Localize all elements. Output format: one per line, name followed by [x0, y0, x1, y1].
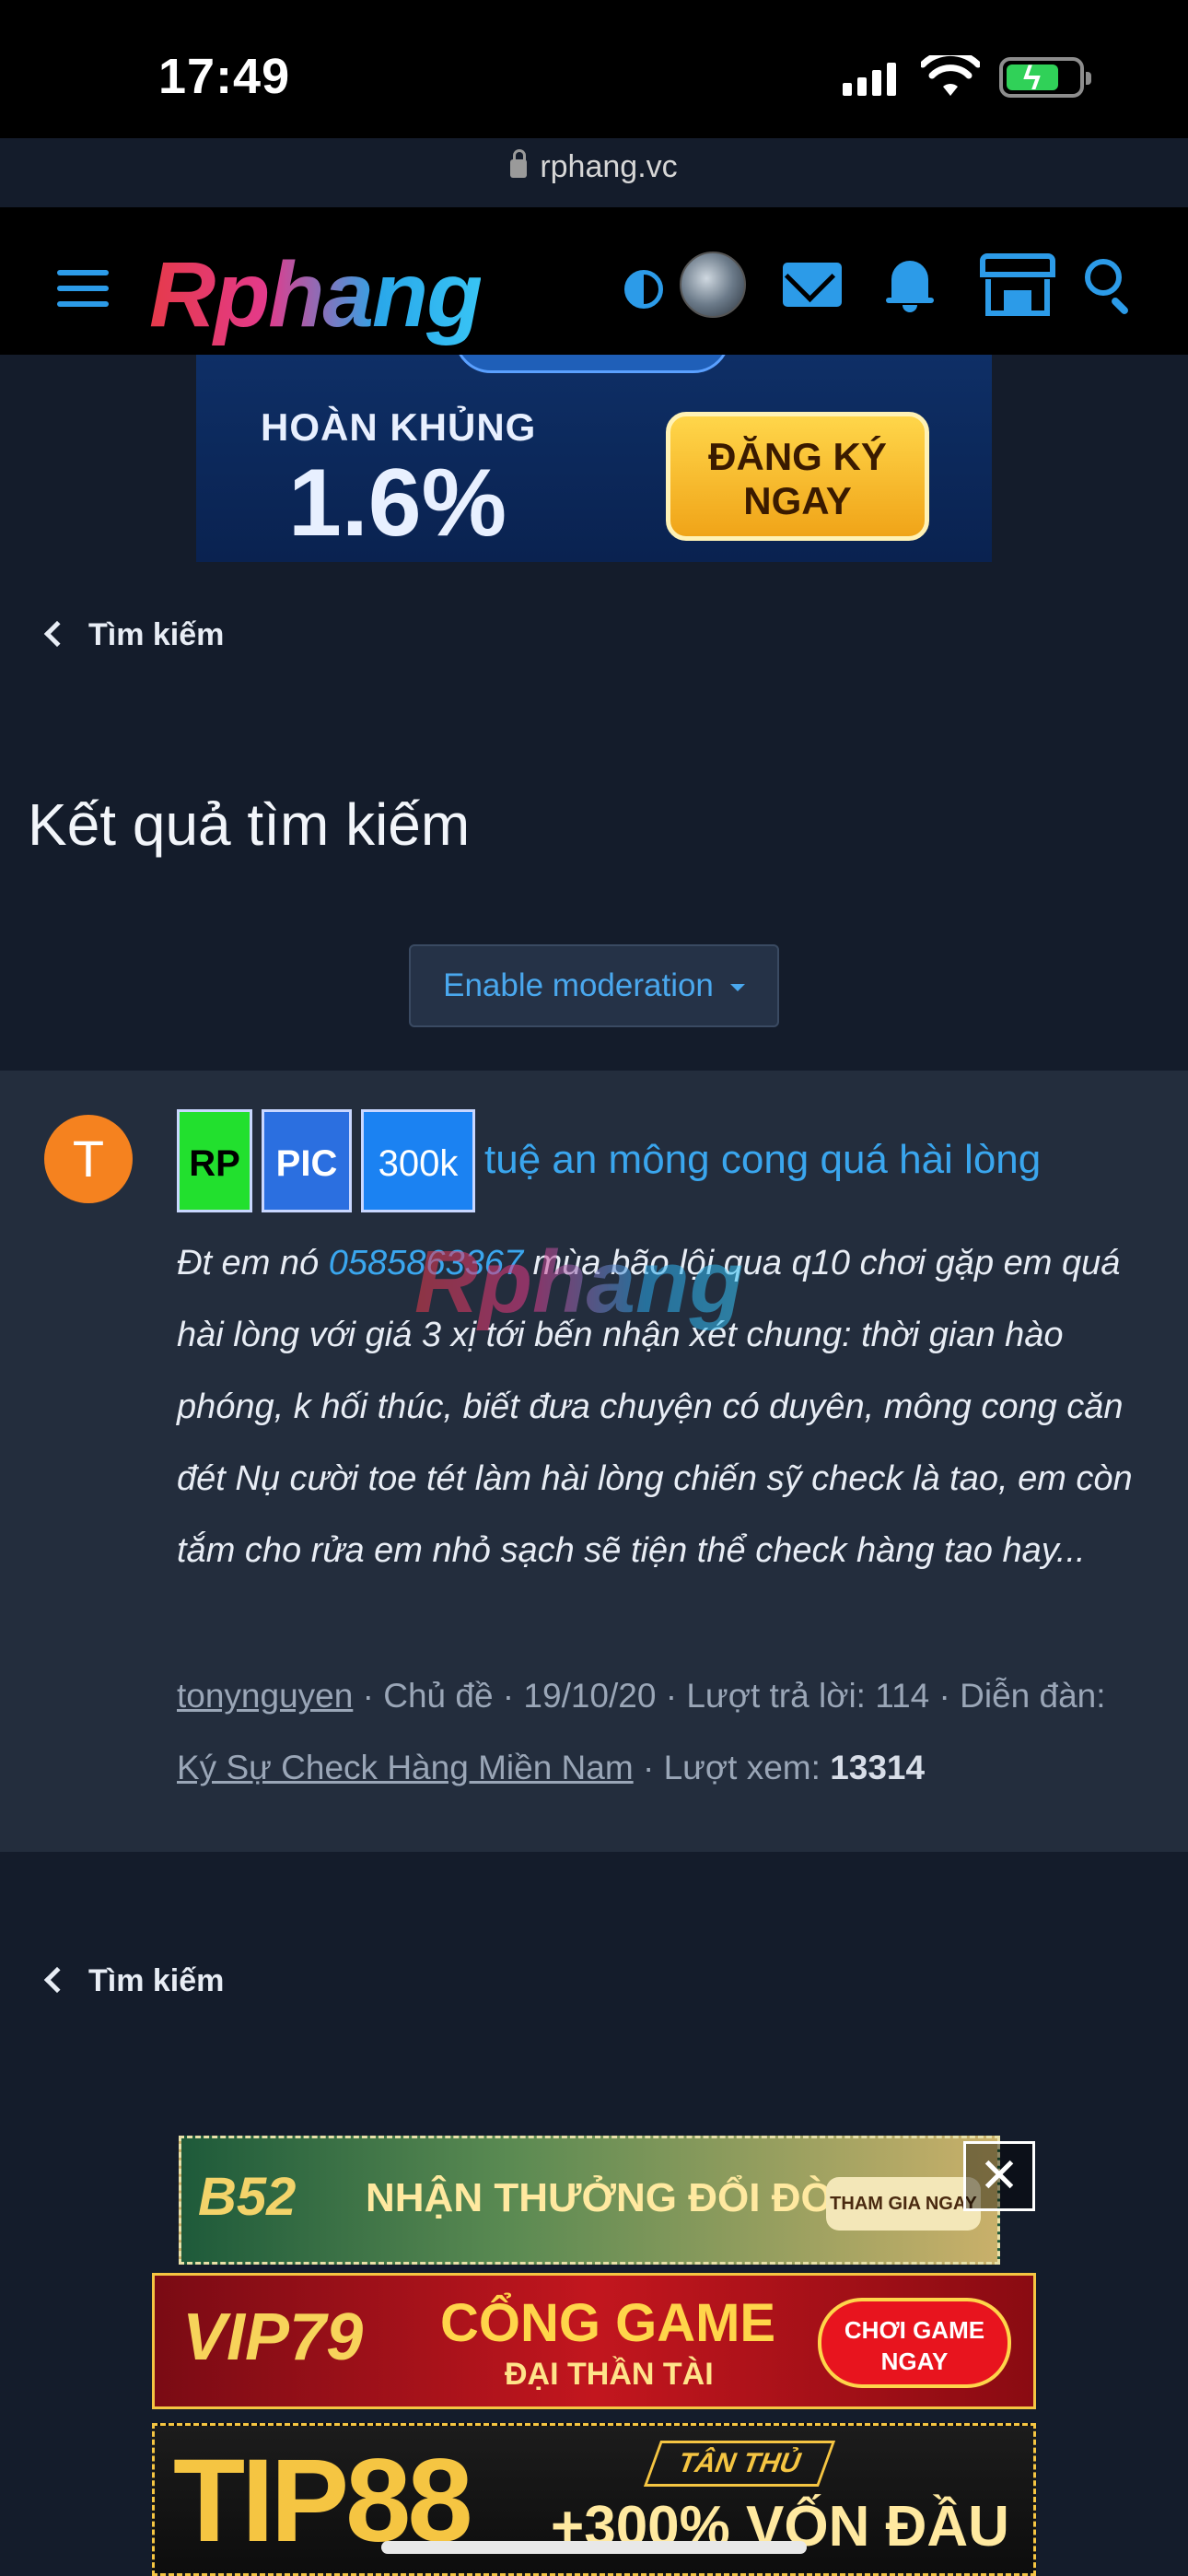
status-bar: 17:49 ϟ rphang.vc [0, 0, 1188, 184]
banner-headline: HOÀN KHỦNG [261, 405, 537, 449]
ad-b52-banner[interactable]: B52 NHẬN THƯỞNG ĐỔI ĐỜI THAM GIA NGAY [179, 2136, 1000, 2265]
result-title-link[interactable]: tuệ an mông cong quá hài lòng [484, 1137, 1041, 1183]
moderation-label: Enable moderation [443, 967, 714, 1003]
banner-register-button[interactable]: ĐĂNG KÝ NGAY [666, 412, 929, 541]
cellular-signal-icon [843, 63, 902, 96]
replies-count: 114 [875, 1677, 930, 1715]
ad-vip79-play-button[interactable]: CHƠI GAME NGAY [818, 2298, 1011, 2388]
tag-price[interactable]: 300k [361, 1109, 475, 1212]
mail-icon[interactable] [783, 263, 842, 307]
site-logo[interactable]: Rphang [149, 242, 483, 348]
url-text: rphang.vc [540, 149, 678, 184]
ad-vip79-logo: VIP79 [182, 2301, 364, 2374]
views-label: Lượt xem: [663, 1749, 821, 1786]
status-time: 17:49 [158, 49, 291, 104]
views-count: 13314 [830, 1749, 926, 1786]
top-banner-ad[interactable]: HOÀN KHỦNG 1.6% ĐĂNG KÝ NGAY [196, 355, 992, 562]
back-to-search-link-bottom[interactable]: Tìm kiếm [43, 1963, 225, 1999]
ad-vip79-headline: CỔNG GAME [440, 2293, 776, 2353]
contrast-toggle-icon[interactable] [624, 270, 663, 309]
battery-charging-icon: ϟ [999, 57, 1091, 98]
post-date: 19/10/20 [523, 1677, 657, 1715]
lock-icon [510, 149, 528, 179]
ad-b52-logo: B52 [198, 2167, 297, 2227]
caret-down-icon [729, 983, 745, 991]
address-bar[interactable]: rphang.vc [0, 149, 1188, 185]
snippet-text: Đt em nó [177, 1244, 329, 1282]
ad-vip79-subline: ĐẠI THẦN TÀI [505, 2357, 714, 2392]
content-type: Chủ đề [383, 1677, 494, 1715]
wifi-icon [921, 55, 980, 96]
ad-tip88-badge: TÂN THỦ [643, 2441, 836, 2487]
store-icon[interactable] [980, 253, 1055, 316]
ad-vip79-banner[interactable]: VIP79 CỔNG GAME ĐẠI THẦN TÀI CHƠI GAME N… [152, 2273, 1036, 2409]
ad-b52-join-button[interactable]: THAM GIA NGAY [826, 2177, 981, 2231]
author-avatar[interactable]: T [44, 1115, 133, 1203]
author-link[interactable]: tonynguyen [177, 1677, 353, 1715]
banner-percent: 1.6% [288, 450, 507, 556]
ad-b52-text: NHẬN THƯỞNG ĐỔI ĐỜI [366, 2175, 847, 2220]
forum-label: Diễn đàn: [960, 1677, 1106, 1715]
replies-label: Lượt trả lời: [686, 1677, 866, 1715]
tag-rp[interactable]: RP [177, 1109, 252, 1212]
enable-moderation-button[interactable]: Enable moderation [409, 944, 779, 1027]
user-avatar[interactable] [680, 252, 746, 318]
site-header: Rphang [0, 207, 1188, 355]
logo-watermark: Rphang [414, 1233, 744, 1331]
back-link-label: Tìm kiếm [88, 1963, 225, 1998]
back-to-search-link[interactable]: Tìm kiếm [43, 617, 225, 653]
result-meta: tonynguyen · Chủ đề · 19/10/20 · Lượt tr… [177, 1677, 1106, 1786]
chevron-left-icon [43, 1966, 71, 1994]
search-icon[interactable] [1085, 259, 1136, 316]
page-title: Kết quả tìm kiếm [28, 791, 471, 858]
chevron-left-icon [43, 620, 71, 648]
close-ad-button[interactable]: ✕ [963, 2141, 1035, 2211]
search-result-item[interactable]: T RP PIC 300k tuệ an mông cong quá hài l… [0, 1071, 1188, 1852]
home-indicator[interactable] [381, 2541, 807, 2554]
hamburger-menu-icon[interactable] [57, 270, 109, 309]
forum-link[interactable]: Ký Sự Check Hàng Miền Nam [177, 1749, 634, 1786]
tag-pic[interactable]: PIC [262, 1109, 352, 1212]
bell-icon[interactable] [886, 255, 934, 312]
banner-logo-shape [454, 355, 730, 373]
back-link-label: Tìm kiếm [88, 617, 225, 652]
